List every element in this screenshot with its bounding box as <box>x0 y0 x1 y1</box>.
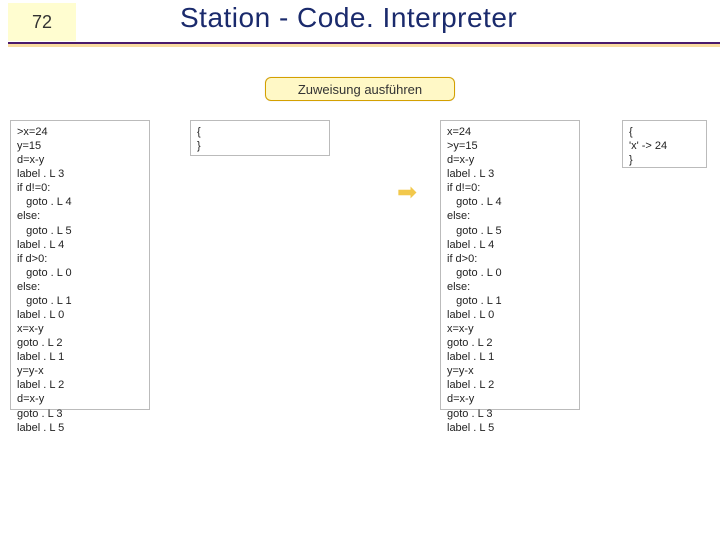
action-bubble: Zuweisung ausführen <box>265 77 455 101</box>
rule-light <box>8 44 720 47</box>
env-after: { 'x' -> 24 } <box>622 120 707 168</box>
slide-number-badge: 72 <box>8 3 76 41</box>
page-title: Station - Code. Interpreter <box>180 2 517 34</box>
env-before: { } <box>190 120 330 156</box>
action-bubble-label: Zuweisung ausführen <box>298 82 422 97</box>
header: 72 Station - Code. Interpreter <box>0 0 720 44</box>
arrow-right-icon: ➡ <box>397 178 417 207</box>
slide: 72 Station - Code. Interpreter Zuweisung… <box>0 0 720 540</box>
code-after: x=24 >y=15 d=x-y label . L 3 if d!=0: go… <box>440 120 580 410</box>
code-before: >x=24 y=15 d=x-y label . L 3 if d!=0: go… <box>10 120 150 410</box>
slide-number-text: 72 <box>32 12 52 33</box>
